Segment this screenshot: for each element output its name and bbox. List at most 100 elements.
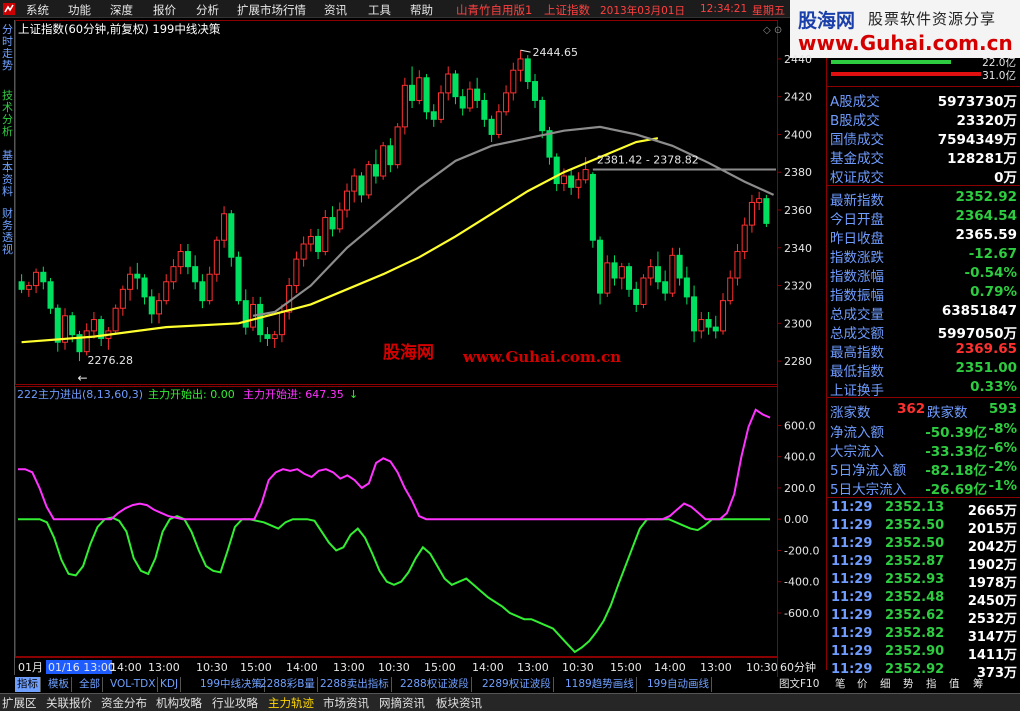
quote-row: 昨日收盘 2365.59 — [827, 226, 1020, 247]
indicator-tab[interactable]: VOL-TDX — [108, 677, 159, 692]
row-label: 指数振幅 — [830, 288, 884, 304]
indicator-tab[interactable]: 2289权证波段 — [480, 677, 554, 692]
row-value: 2352.92 — [955, 189, 1018, 205]
period-label[interactable]: 60分钟 — [780, 660, 816, 674]
row-label: 昨日收盘 — [830, 231, 884, 247]
panel-tab[interactable]: 筹 — [973, 677, 984, 692]
bottom-bar-item[interactable]: 主力轨迹 — [268, 695, 314, 711]
bottom-bar-item[interactable]: 网摘资讯 — [379, 695, 425, 711]
candle — [698, 319, 705, 332]
tick-row[interactable]: 11:29 2352.48 2450万 — [827, 589, 1020, 609]
indicator-tab[interactable]: 2288彩B量 — [258, 677, 318, 692]
x-tick-label: 15:00 — [240, 661, 272, 674]
x-tick-label: 15:00 — [424, 661, 456, 674]
indicator-tab[interactable]: 模板 — [46, 677, 72, 692]
panel-tab[interactable]: 图文F10 — [779, 677, 819, 692]
down-arrow-icon: ↓ — [349, 388, 358, 401]
candle — [264, 334, 271, 339]
panel-tab[interactable]: 势 — [903, 677, 914, 692]
indicator-tab[interactable]: 1189趋势画线 — [563, 677, 637, 692]
row-value: 7594349万 — [937, 132, 1017, 148]
bottom-bar-item[interactable]: 行业攻略 — [212, 695, 258, 711]
quote-row: 总成交量 63851847 — [827, 302, 1020, 323]
indicator-y-axis: -600.0 -400.0 -200.0 0.00 200.0 400.0 600.0 — [777, 419, 819, 620]
row-label: 总成交额 — [830, 326, 884, 342]
bottom-bar-item[interactable]: 市场资讯 — [323, 695, 369, 711]
candle — [445, 73, 452, 94]
series-main-out — [18, 515, 770, 654]
candle — [553, 156, 560, 185]
tick-row[interactable]: 11:29 2352.87 1902万 — [827, 553, 1020, 573]
turnover-row: B股成交 23320万 — [827, 108, 1020, 129]
candle — [510, 69, 517, 94]
indicator-tab[interactable]: 199自动画线 — [645, 677, 713, 692]
bottom-bar-item[interactable]: 资金分布 — [101, 695, 147, 711]
indicator-tab[interactable]: 199中线决策 — [198, 677, 266, 692]
tick-row[interactable]: 11:29 2352.90 1411万 — [827, 643, 1020, 663]
panel-tab[interactable]: 指 — [926, 677, 937, 692]
indicator-area — [18, 408, 771, 654]
x-tick-label: 01/16 13:00 — [48, 661, 115, 674]
down-count-label: 跌家数 — [927, 405, 968, 421]
indicator-tab[interactable]: 全部 — [77, 677, 103, 692]
candle — [343, 190, 351, 211]
tick-row[interactable]: 11:29 2352.62 2532万 — [827, 607, 1020, 627]
bottom-bar-item[interactable]: 板块资讯 — [436, 695, 482, 711]
candle — [719, 300, 727, 332]
candle — [387, 145, 394, 166]
bottom-bar-item[interactable]: 机构攻略 — [156, 695, 202, 711]
tick-time: 11:29 — [831, 500, 873, 515]
chart-options-icon[interactable]: ◇ ⊙ — [763, 25, 782, 36]
indicator-tab[interactable]: 指标 — [15, 677, 41, 692]
indicator-tab[interactable]: KDJ — [158, 677, 182, 692]
candle — [155, 300, 163, 315]
bottom-bar-item[interactable]: 关联报价 — [46, 695, 92, 711]
candle — [481, 99, 488, 120]
row-label: 基金成交 — [830, 151, 884, 167]
panel-tab[interactable]: 值 — [949, 677, 960, 692]
y-tick-label: -400.0 — [784, 576, 819, 589]
candle — [112, 307, 119, 332]
y-tick-label: 600.0 — [784, 419, 816, 432]
candle — [748, 201, 755, 226]
panel-divider — [827, 185, 1020, 186]
tick-row[interactable]: 11:29 2352.13 2665万 — [827, 499, 1020, 519]
tick-row[interactable]: 11:29 2352.50 2015万 — [827, 517, 1020, 537]
volume-bar-up — [831, 60, 951, 64]
tick-row[interactable]: 11:29 2352.82 3147万 — [827, 625, 1020, 645]
indicator-tab[interactable]: 2288卖出指标 — [318, 677, 392, 692]
x-axis: 01月 01/16 13:0014:00 13:00 10:30 15:00 14:00 1… — [15, 657, 778, 674]
x-tick-label: 13:00 — [148, 661, 180, 674]
candle — [351, 175, 358, 192]
candle — [184, 251, 191, 268]
row-label: 指数涨幅 — [830, 269, 884, 285]
row-value: 0.79% — [970, 284, 1017, 300]
candle — [18, 281, 25, 290]
candle — [206, 273, 213, 302]
flow-amount: -82.18亿 — [925, 463, 987, 479]
candle — [452, 73, 459, 98]
y-tick-label: 2340 — [784, 242, 812, 255]
quote-row: 指数振幅 0.79% — [827, 283, 1020, 304]
indicator-series2-label: 主力开始进: 647.35 — [243, 387, 344, 401]
tick-price: 2352.50 — [885, 536, 945, 551]
row-label: 大宗流入 — [830, 444, 884, 460]
candle — [170, 266, 177, 283]
tick-price: 2352.87 — [885, 554, 945, 569]
main-chart-title: 上证指数(60分钟,前复权) 199中线决策 — [18, 22, 221, 36]
row-value: -8% — [988, 421, 1017, 437]
panel-tab[interactable]: 笔 — [835, 677, 846, 692]
x-tick-label: 14:00 — [286, 661, 318, 674]
tick-row[interactable]: 11:29 2352.50 2042万 — [827, 535, 1020, 555]
bottom-bar-item[interactable]: 扩展区 — [2, 695, 37, 711]
tick-row[interactable]: 11:29 2352.93 1978万 — [827, 571, 1020, 591]
indicator-tab[interactable]: 2288权证波段 — [398, 677, 472, 692]
candle — [517, 58, 524, 71]
candle — [741, 224, 748, 253]
tick-price: 2352.13 — [885, 500, 945, 515]
row-value: 5997050万 — [937, 326, 1017, 342]
panel-tab[interactable]: 价 — [857, 677, 868, 692]
panel-tab[interactable]: 细 — [880, 677, 891, 692]
x-tick-label: 14:00 — [472, 661, 504, 674]
x-tick-label: 13:00 — [333, 661, 365, 674]
